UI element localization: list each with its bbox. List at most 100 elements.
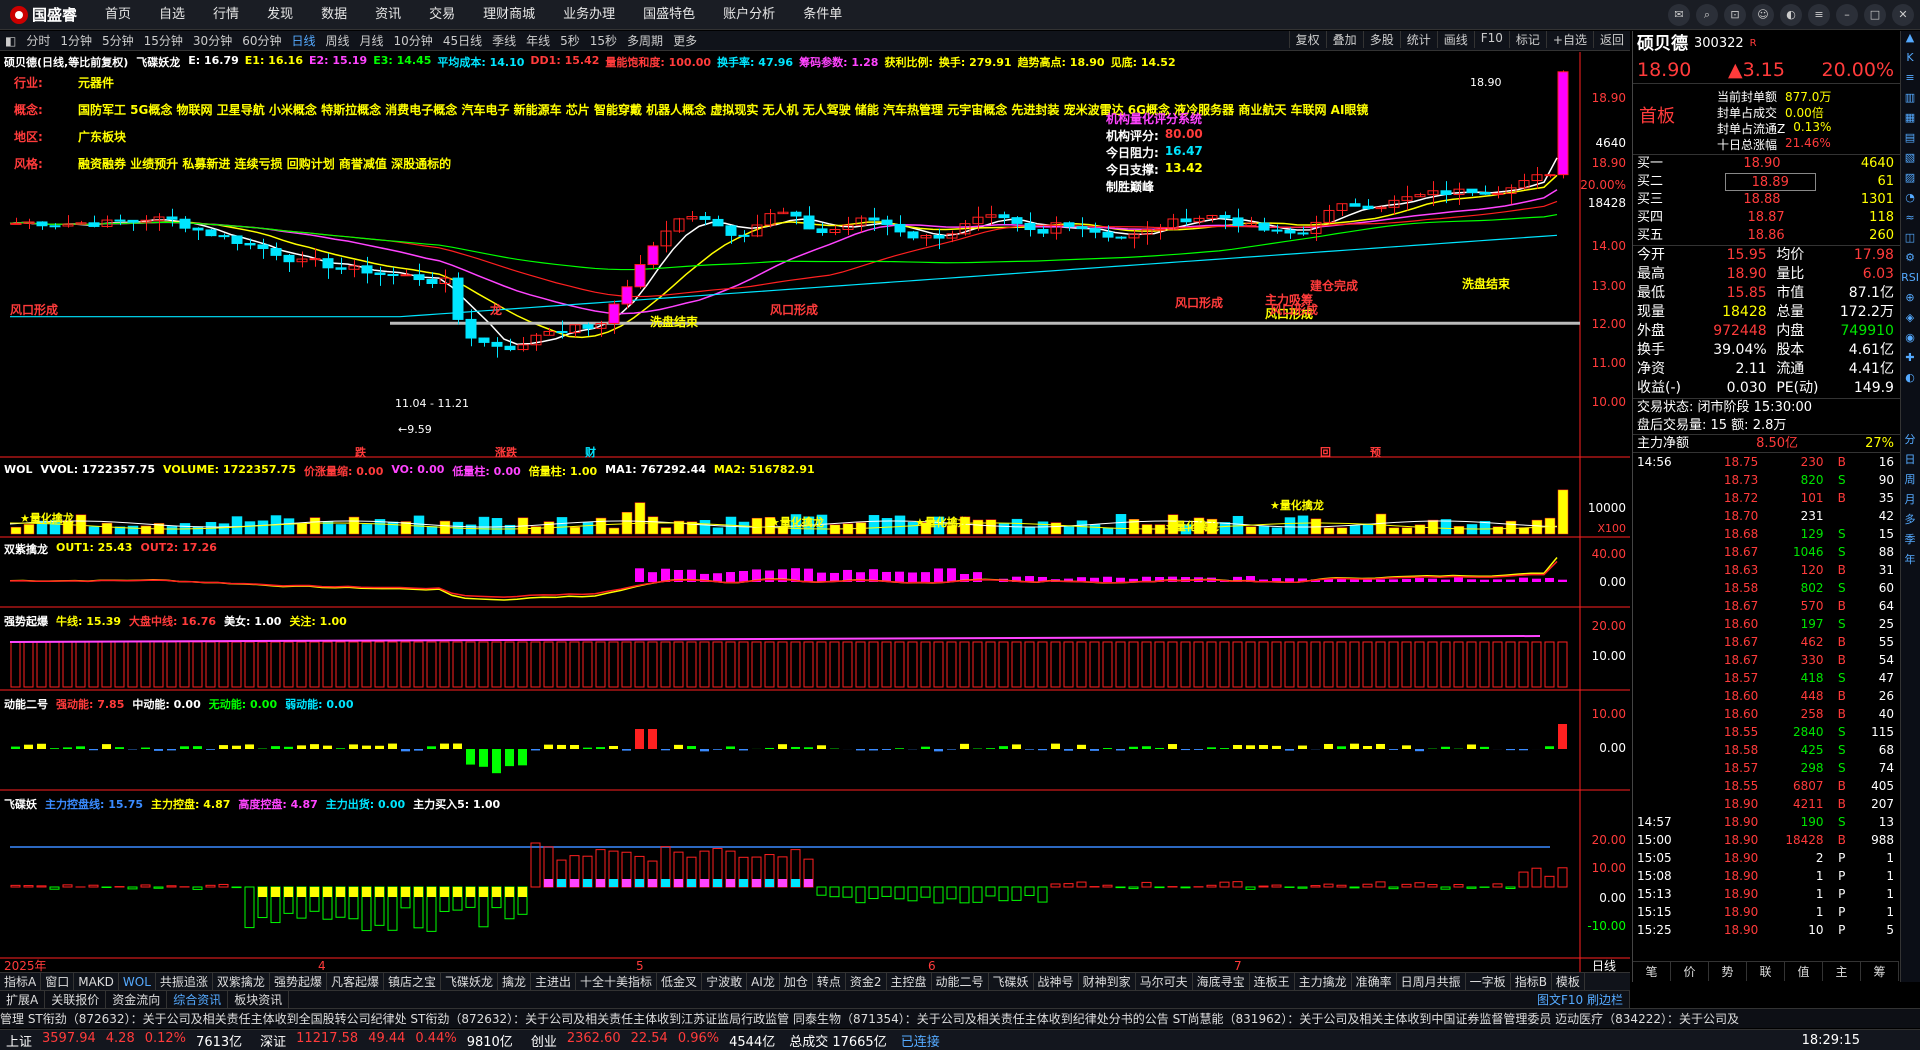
- main-indicator-name[interactable]: 飞碟妖龙: [136, 54, 180, 70]
- tool-5[interactable]: F10: [1473, 31, 1509, 48]
- szql-name[interactable]: 双紫擒龙: [4, 541, 48, 557]
- period-11[interactable]: 季线: [487, 32, 521, 49]
- indicator-tab-16[interactable]: 加仓: [780, 973, 813, 990]
- side-tool-icon-16[interactable]: ✚: [1901, 351, 1919, 371]
- menu-item-10[interactable]: 账户分析: [709, 0, 789, 30]
- menu-item-2[interactable]: 行情: [199, 0, 253, 30]
- period-2[interactable]: 5分钟: [97, 32, 139, 49]
- indicator-tab-0[interactable]: 指标A: [0, 973, 42, 990]
- side-tool-icon-11[interactable]: ⚙: [1901, 251, 1919, 271]
- menu-item-4[interactable]: 数据: [307, 0, 361, 30]
- side-period-4[interactable]: 多: [1901, 511, 1919, 531]
- indicator-tab-29[interactable]: 日周月共振: [1397, 973, 1466, 990]
- side-tool-icon-17[interactable]: ◐: [1901, 371, 1919, 391]
- side-tool-icon-5[interactable]: ▤: [1901, 131, 1919, 151]
- news-ticker[interactable]: 管理 ST衔劲（872632）：关于公司及相关责任主体收到全国股转公司纪律处 S…: [0, 1008, 1920, 1028]
- tool-7[interactable]: +自选: [1545, 31, 1593, 48]
- side-tool-icon-8[interactable]: ◔: [1901, 191, 1919, 211]
- indicator-tab-25[interactable]: 海底寻宝: [1193, 973, 1250, 990]
- indicator-tab-4[interactable]: 共振追涨: [156, 973, 213, 990]
- menu-item-3[interactable]: 发现: [253, 0, 307, 30]
- tool-8[interactable]: 返回: [1592, 31, 1630, 48]
- side-tool-icon-0[interactable]: ▲: [1901, 31, 1919, 51]
- indicator-tab-9[interactable]: 飞碟妖龙: [441, 973, 498, 990]
- quote-tab-3[interactable]: 联: [1747, 962, 1785, 981]
- quote-tab-6[interactable]: 筹: [1861, 962, 1899, 981]
- side-period-2[interactable]: 周: [1901, 471, 1919, 491]
- period-3[interactable]: 15分钟: [139, 32, 188, 49]
- menu-icon[interactable]: ≡: [1808, 4, 1830, 26]
- period-13[interactable]: 5秒: [555, 32, 585, 49]
- order-book-row[interactable]: 买一 18.90 4640: [1633, 155, 1898, 173]
- f10-toggle[interactable]: 图文F10 刷边栏: [1531, 991, 1630, 1008]
- indicator-tab-3[interactable]: WOL: [119, 973, 156, 990]
- indicator-tab-28[interactable]: 准确率: [1352, 973, 1397, 990]
- news-tab-4[interactable]: 板块资讯: [228, 991, 290, 1008]
- period-1[interactable]: 1分钟: [55, 32, 97, 49]
- dn2-name[interactable]: 动能二号: [4, 696, 48, 712]
- period-8[interactable]: 月线: [355, 32, 389, 49]
- indicator-tab-24[interactable]: 马尔可夫: [1136, 973, 1193, 990]
- order-book-row[interactable]: 买二 18.89 61: [1633, 173, 1898, 191]
- indicator-tab-6[interactable]: 强势起爆: [270, 973, 327, 990]
- app-logo[interactable]: 国盛睿: [0, 4, 91, 25]
- period-12[interactable]: 年线: [521, 32, 555, 49]
- tool-6[interactable]: 标记: [1508, 31, 1546, 48]
- side-tool-icon-10[interactable]: ◫: [1901, 231, 1919, 251]
- period-15[interactable]: 多周期: [622, 32, 668, 49]
- indicator-tab-11[interactable]: 主进出: [531, 973, 577, 990]
- quote-tab-5[interactable]: 主: [1823, 962, 1861, 981]
- menu-item-6[interactable]: 交易: [415, 0, 469, 30]
- kline-chart-svg[interactable]: 风口形成洗盘结束风口形成 风口形成风口形成主力吸筹建仓完成 洗盘结束龙 风口形成11.…: [0, 52, 1630, 973]
- quote-tab-0[interactable]: 笔: [1633, 962, 1671, 981]
- tool-3[interactable]: 统计: [1399, 31, 1437, 48]
- netflow-label[interactable]: 主力净额: [1637, 435, 1689, 452]
- menu-item-5[interactable]: 资讯: [361, 0, 415, 30]
- tool-4[interactable]: 画线: [1436, 31, 1474, 48]
- indicator-tab-20[interactable]: 动能二号: [932, 973, 989, 990]
- close-icon[interactable]: ✕: [1892, 4, 1914, 26]
- news-tab-0[interactable]: 扩展A: [0, 991, 46, 1008]
- period-4[interactable]: 30分钟: [188, 32, 237, 49]
- period-7[interactable]: 周线: [321, 32, 355, 49]
- side-tool-icon-3[interactable]: ▥: [1901, 91, 1919, 111]
- indicator-tab-12[interactable]: 十全十美指标: [576, 973, 658, 990]
- indicator-tab-31[interactable]: 指标B: [1511, 973, 1552, 990]
- indicator-tab-21[interactable]: 飞碟妖: [989, 973, 1034, 990]
- period-10[interactable]: 45日线: [438, 32, 487, 49]
- wol-name[interactable]: WOL: [4, 463, 33, 479]
- message-icon[interactable]: ✉: [1668, 4, 1690, 26]
- period-6[interactable]: 日线: [286, 32, 320, 49]
- menu-item-9[interactable]: 国盛特色: [629, 0, 709, 30]
- indicator-tab-27[interactable]: 主力擒龙: [1295, 973, 1352, 990]
- indicator-tab-26[interactable]: 连板王: [1250, 973, 1295, 990]
- indicator-tab-13[interactable]: 低金叉: [657, 973, 703, 990]
- menu-item-7[interactable]: 理财商城: [469, 0, 549, 30]
- indicator-tab-23[interactable]: 财神到家: [1079, 973, 1136, 990]
- indicator-tab-14[interactable]: 宁波敢: [702, 973, 748, 990]
- lock-icon[interactable]: ⊡: [1724, 4, 1746, 26]
- index-2[interactable]: 创业 2362.60 22.54 0.96% 4544亿: [531, 1031, 775, 1050]
- quote-tab-1[interactable]: 价: [1671, 962, 1709, 981]
- side-period-5[interactable]: 季: [1901, 531, 1919, 551]
- side-tool-icon-14[interactable]: ◈: [1901, 311, 1919, 331]
- indicator-tab-32[interactable]: 模板: [1552, 973, 1585, 990]
- index-0[interactable]: 上证 3597.94 4.28 0.12% 7613亿: [6, 1031, 242, 1050]
- indicator-tab-8[interactable]: 镇店之宝: [384, 973, 441, 990]
- order-book-row[interactable]: 买四 18.87 118: [1633, 209, 1898, 227]
- side-period-6[interactable]: 年: [1901, 551, 1919, 571]
- indicator-tab-30[interactable]: 一字板: [1466, 973, 1511, 990]
- indicator-tab-22[interactable]: 战神号: [1034, 973, 1079, 990]
- sidebar-toggle-icon[interactable]: ◧: [0, 34, 21, 48]
- side-tool-icon-4[interactable]: ▦: [1901, 111, 1919, 131]
- menu-item-1[interactable]: 自选: [145, 0, 199, 30]
- menu-item-11[interactable]: 条件单: [789, 0, 856, 30]
- side-tool-icon-7[interactable]: ▨: [1901, 171, 1919, 191]
- indicator-tab-2[interactable]: MAKD: [74, 973, 119, 990]
- period-14[interactable]: 15秒: [585, 32, 622, 49]
- period-5[interactable]: 60分钟: [237, 32, 286, 49]
- tool-2[interactable]: 多股: [1362, 31, 1400, 48]
- period-9[interactable]: 10分钟: [389, 32, 438, 49]
- indicator-tab-5[interactable]: 双紫擒龙: [213, 973, 270, 990]
- order-book-row[interactable]: 买三 18.88 1301: [1633, 191, 1898, 209]
